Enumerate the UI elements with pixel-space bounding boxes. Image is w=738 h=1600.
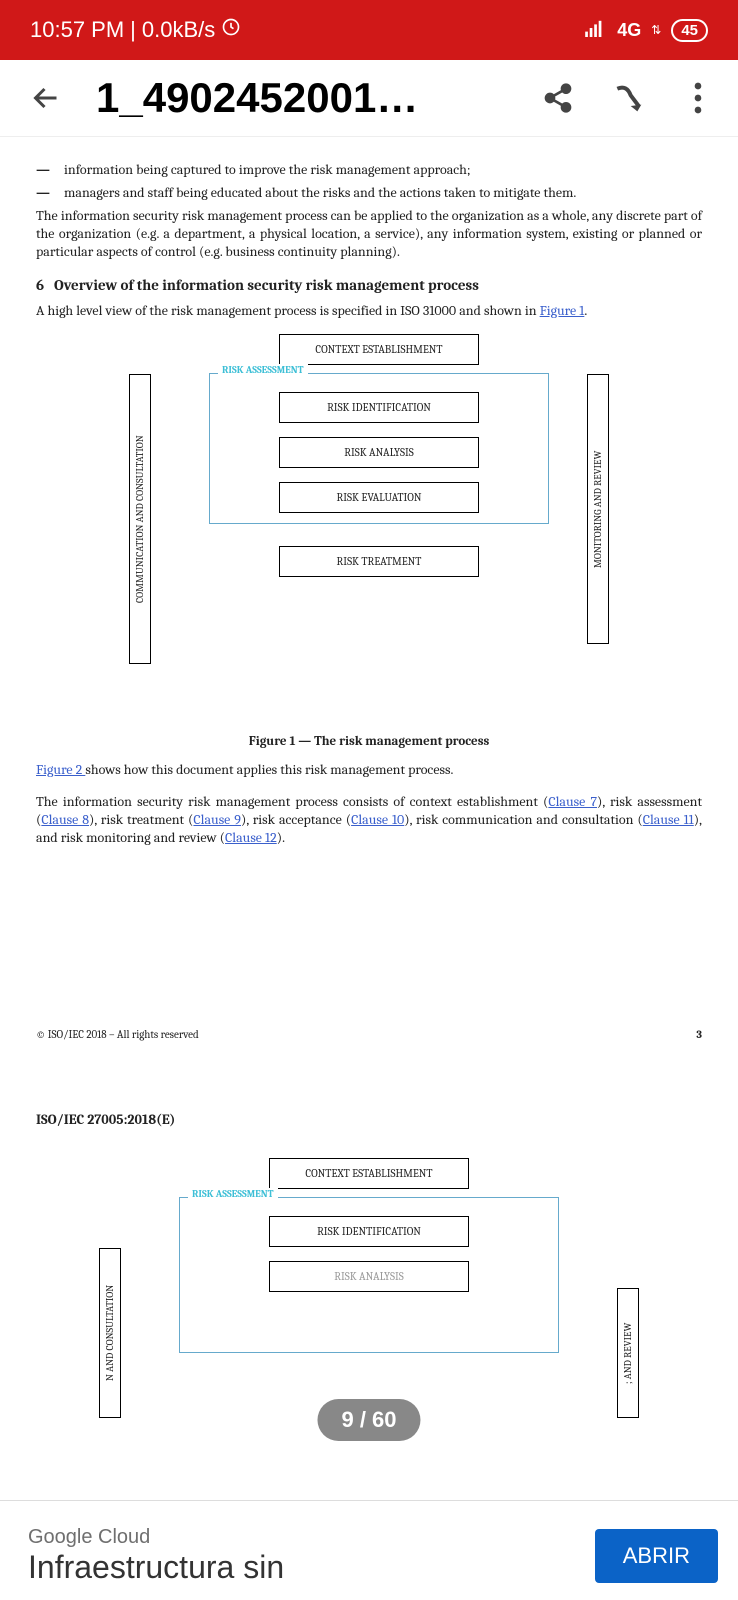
more-button[interactable] xyxy=(678,78,718,118)
document-page: — information being captured to improve … xyxy=(36,161,702,1428)
bullet-text: information being captured to improve th… xyxy=(64,161,471,178)
status-bar: 10:57 PM | 0.0kB/s 4G ⇅ 45 xyxy=(0,0,738,60)
clause-link[interactable]: Clause 12 xyxy=(225,829,277,846)
status-speed: 0.0kB/s xyxy=(142,17,215,43)
diagram-box-monitoring: MONITORING AND REVIEW xyxy=(587,374,609,644)
copyright-text: © ISO/IEC 2018 – All rights reserved xyxy=(36,1028,199,1041)
figure-link[interactable]: Figure 1 xyxy=(540,302,585,319)
diagram-box-monitoring: ; AND REVIEW xyxy=(617,1288,639,1418)
network-label: 4G xyxy=(617,20,641,41)
text-run: ). xyxy=(277,829,285,846)
ad-open-button[interactable]: ABRIR xyxy=(595,1529,718,1583)
page-footer: © ISO/IEC 2018 – All rights reserved 3 xyxy=(36,1028,702,1041)
ad-text: Google Cloud Infraestructura sin xyxy=(28,1526,284,1586)
diagram-box-context: CONTEXT ESTABLISHMENT xyxy=(279,334,479,365)
figure-2-diagram: N AND CONSULTATION ; AND REVIEW CONTEXT … xyxy=(99,1148,639,1428)
diagram-box-analysis: RISK ANALYSIS xyxy=(279,437,479,468)
figure-1-diagram: COMMUNICATION AND CONSULTATION MONITORIN… xyxy=(129,334,609,704)
bullet-dash: — xyxy=(36,184,50,201)
bullet-text: managers and staff being educated about … xyxy=(64,184,576,201)
status-left: 10:57 PM | 0.0kB/s xyxy=(30,17,241,43)
section-title: Overview of the information security ris… xyxy=(54,276,479,294)
diagram-box-identification: RISK IDENTIFICATION xyxy=(279,392,479,423)
paragraph: The information security risk management… xyxy=(36,793,702,848)
diagram-box-evaluation: RISK EVALUATION xyxy=(279,482,479,513)
diagram-group-risk-assessment: RISK ASSESSMENT RISK IDENTIFICATION RISK… xyxy=(209,373,549,524)
diagram-box-context: CONTEXT ESTABLISHMENT xyxy=(269,1158,469,1189)
sync-icon xyxy=(221,17,241,43)
diagram-box-identification: RISK IDENTIFICATION xyxy=(269,1216,469,1247)
signal-icon xyxy=(585,17,607,43)
status-time: 10:57 PM xyxy=(30,17,124,43)
ad-banner[interactable]: Google Cloud Infraestructura sin ABRIR xyxy=(0,1500,738,1600)
diagram-label-ra: RISK ASSESSMENT xyxy=(188,1188,278,1200)
app-header: 1_4902452001… xyxy=(0,60,738,137)
diagram-group-risk-assessment: RISK ASSESSMENT RISK IDENTIFICATION RISK… xyxy=(179,1197,559,1353)
status-sep: | xyxy=(130,17,136,43)
page-header-standard-id: ISO/IEC 27005:2018(E) xyxy=(36,1111,702,1128)
page-indicator: 9 / 60 xyxy=(317,1399,420,1441)
figure-link[interactable]: Figure 2 xyxy=(36,761,85,778)
clause-link[interactable]: Clause 7 xyxy=(548,793,597,810)
text-run: A high level view of the risk management… xyxy=(36,302,540,319)
text-run: The information security risk management… xyxy=(36,793,548,810)
bullet-item: — managers and staff being educated abou… xyxy=(36,184,702,201)
diagram-box-communication: N AND CONSULTATION xyxy=(99,1248,121,1418)
ad-brand: Google Cloud xyxy=(28,1526,284,1549)
status-right: 4G ⇅ 45 xyxy=(585,17,708,43)
document-viewport[interactable]: — information being captured to improve … xyxy=(0,137,738,1487)
figure-caption: Figure 1 — The risk management process xyxy=(36,734,702,749)
share-button[interactable] xyxy=(538,78,578,118)
text-run: ), risk acceptance ( xyxy=(241,811,351,828)
page-number: 3 xyxy=(696,1028,702,1041)
back-button[interactable] xyxy=(26,78,66,118)
bullet-item: — information being captured to improve … xyxy=(36,161,702,178)
text-run: ), risk treatment ( xyxy=(89,811,193,828)
download-button[interactable] xyxy=(608,78,648,118)
document-title: 1_4902452001… xyxy=(96,74,508,122)
clause-link[interactable]: Clause 8 xyxy=(41,811,89,828)
ad-title: Infraestructura sin xyxy=(28,1549,284,1586)
diagram-box-treatment: RISK TREATMENT xyxy=(279,546,479,577)
clause-link[interactable]: Clause 10 xyxy=(351,811,404,828)
paragraph: A high level view of the risk management… xyxy=(36,302,702,320)
clause-link[interactable]: Clause 9 xyxy=(193,811,241,828)
diagram-box-communication: COMMUNICATION AND CONSULTATION xyxy=(129,374,151,664)
text-run: shows how this document applies this ris… xyxy=(85,761,453,778)
updown-icon: ⇅ xyxy=(651,23,661,37)
paragraph: The information security risk management… xyxy=(36,207,702,262)
battery-badge: 45 xyxy=(671,19,708,42)
section-number: 6 xyxy=(36,276,44,294)
section-heading: 6 Overview of the information security r… xyxy=(36,276,702,294)
bullet-dash: — xyxy=(36,161,50,178)
clause-link[interactable]: Clause 11 xyxy=(643,811,694,828)
diagram-label-ra: RISK ASSESSMENT xyxy=(218,364,308,376)
diagram-box-analysis: RISK ANALYSIS xyxy=(269,1261,469,1292)
text-run: ), risk communication and consultation ( xyxy=(404,811,642,828)
paragraph: Figure 2 shows how this document applies… xyxy=(36,761,702,779)
